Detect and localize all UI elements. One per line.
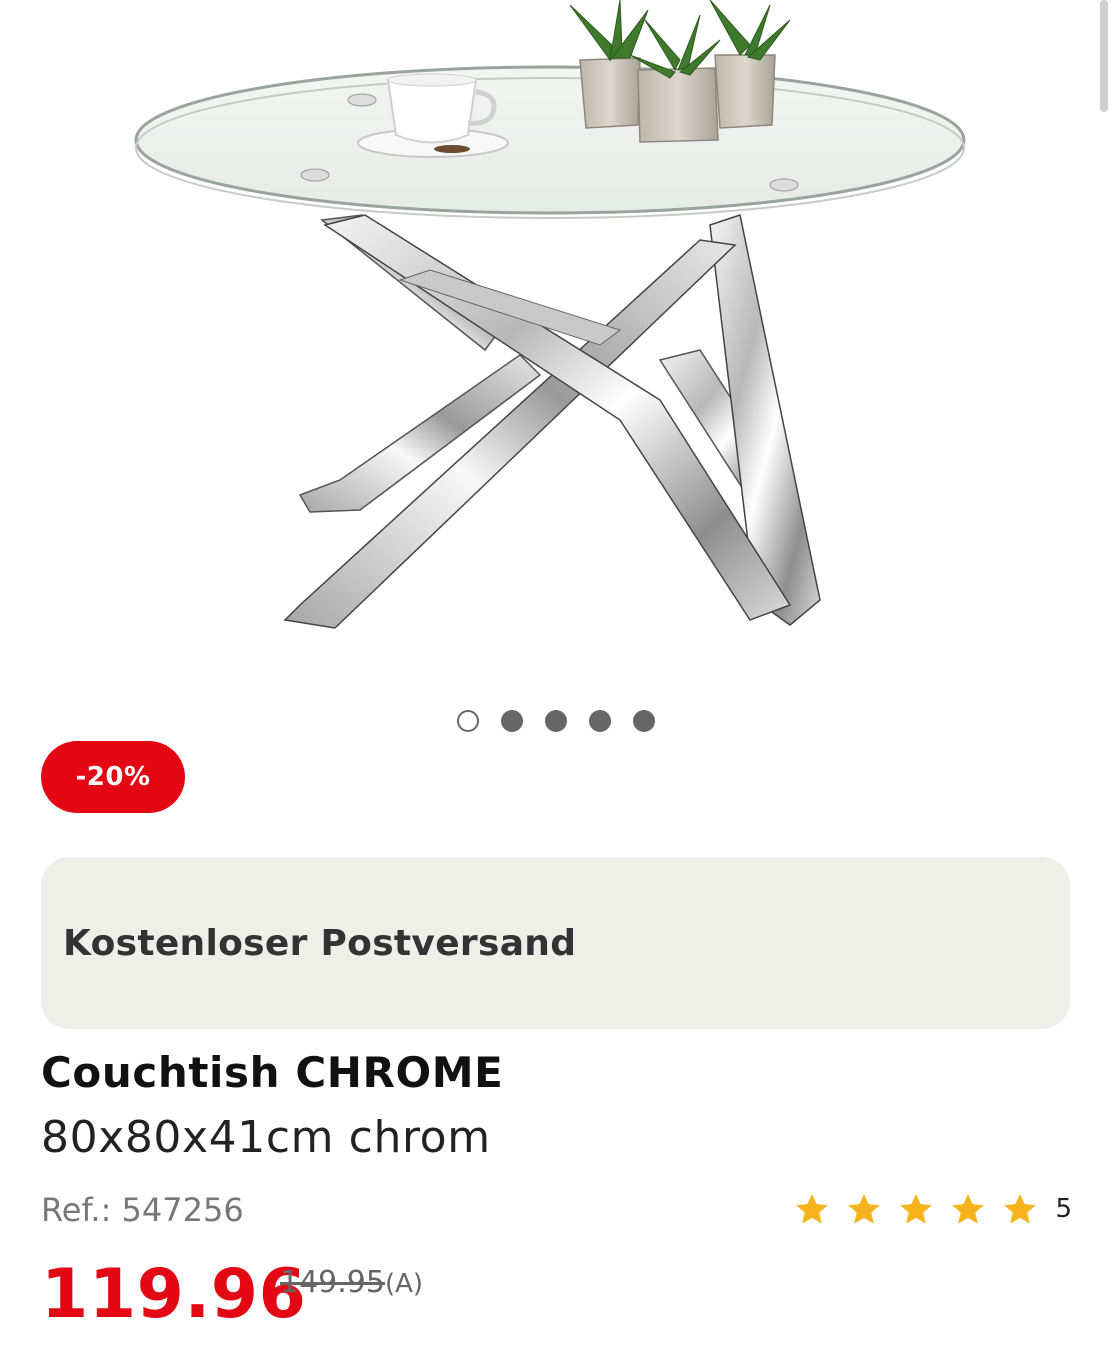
gallery-dot-3[interactable]	[545, 710, 567, 732]
gallery-dot-2[interactable]	[501, 710, 523, 732]
old-price-suffix: (A)	[384, 1269, 424, 1299]
rating-count: 5	[1055, 1194, 1072, 1224]
star-icon	[900, 1193, 933, 1224]
star-icon	[1004, 1193, 1037, 1224]
product-image[interactable]	[100, 0, 1000, 660]
gallery-dot-5[interactable]	[633, 710, 655, 732]
old-price: 149.95	[280, 1265, 385, 1300]
star-icon	[848, 1193, 881, 1224]
star-icon	[952, 1193, 985, 1224]
gallery-pagination	[0, 710, 1112, 732]
star-icon	[796, 1193, 829, 1224]
gallery-dot-1[interactable]	[457, 710, 479, 732]
scrollbar[interactable]	[1100, 0, 1108, 112]
shipping-label: Kostenloser Postversand	[63, 922, 577, 964]
product-subtitle: 80x80x41cm chrom	[41, 1112, 491, 1163]
gallery-dot-4[interactable]	[589, 710, 611, 732]
product-title: Couchtish CHROME	[41, 1048, 504, 1097]
old-price-group: 149.95 (A)	[280, 1265, 423, 1300]
product-rating[interactable]: 5	[793, 1190, 1072, 1228]
shipping-info-box: Kostenloser Postversand	[41, 857, 1070, 1029]
current-price: 119.96	[41, 1255, 307, 1334]
product-detail-page: -20% Kostenloser Postversand Couchtish C…	[0, 0, 1112, 1350]
product-reference: Ref.: 547256	[41, 1191, 244, 1229]
discount-badge: -20%	[41, 741, 185, 813]
